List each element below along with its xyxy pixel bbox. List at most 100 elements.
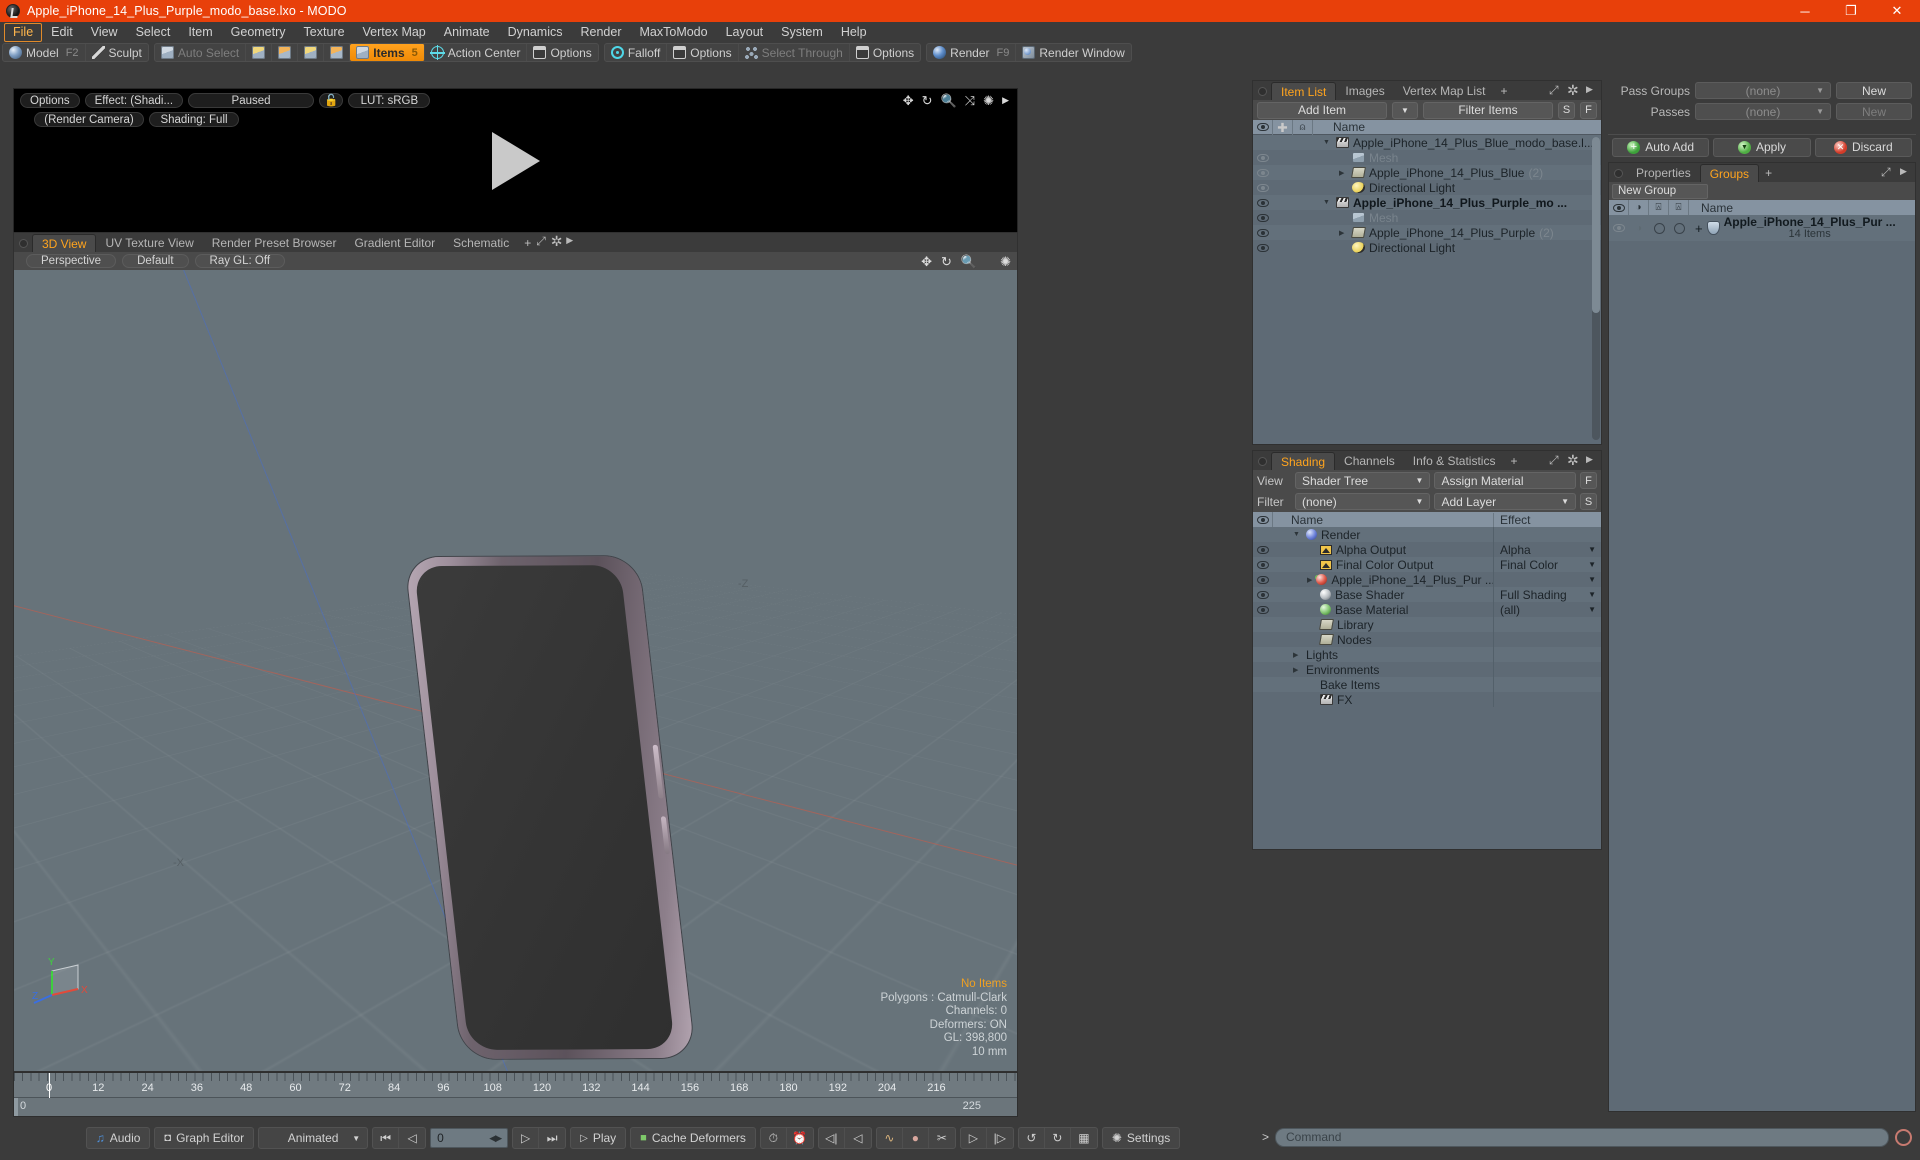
shading-disclosure-icon[interactable]: ▼: [1293, 531, 1302, 538]
shading-row[interactable]: ▶ Environments: [1253, 662, 1601, 677]
item-list-row[interactable]: Directional Light: [1253, 180, 1601, 195]
groups-header-visibility-icon[interactable]: [1609, 200, 1629, 215]
item-list-body[interactable]: ▼ Apple_iPhone_14_Plus_Blue_modo_base.l..…: [1253, 135, 1601, 444]
group-row-toggle-2[interactable]: [1669, 222, 1689, 234]
shading-row-visibility[interactable]: [1253, 590, 1273, 599]
menu-geometry[interactable]: Geometry: [222, 23, 295, 42]
group-row-shade[interactable]: ◑: [1629, 223, 1649, 234]
menu-edit[interactable]: Edit: [42, 23, 82, 42]
discard-button[interactable]: Discard: [1814, 137, 1912, 157]
pass-groups-new-button[interactable]: New: [1836, 82, 1912, 99]
next-frame-button[interactable]: ▷: [513, 1128, 540, 1148]
filter-items-input[interactable]: Filter Items: [1423, 101, 1553, 119]
viewport-canvas[interactable]: Y X Z No Items Polygons : Catmull-Clark …: [14, 270, 1017, 1071]
new-group-button[interactable]: New Group: [1612, 183, 1708, 199]
shading-row[interactable]: Base Shader Full Shading ▼: [1253, 587, 1601, 602]
group-row-visibility[interactable]: [1609, 224, 1629, 232]
tab-schematic[interactable]: Schematic: [444, 234, 518, 252]
command-record-icon[interactable]: [1895, 1128, 1912, 1146]
maximize-button[interactable]: ❐: [1828, 0, 1874, 22]
vertex-mode-button[interactable]: [246, 44, 273, 61]
shading-gear-icon[interactable]: [1567, 452, 1579, 469]
range-handle[interactable]: [14, 1098, 18, 1116]
key-clock-icon[interactable]: ⏱: [761, 1128, 787, 1148]
fit-icon[interactable]: ⤨: [965, 94, 975, 107]
viewport-settings-gear-icon[interactable]: ✺: [1000, 254, 1011, 270]
item-list-row[interactable]: Mesh: [1253, 210, 1601, 225]
row-visibility-toggle[interactable]: [1253, 183, 1273, 192]
model-mode-button[interactable]: Model F2: [3, 44, 86, 61]
row-visibility-toggle[interactable]: [1253, 243, 1273, 252]
menu-render[interactable]: Render: [572, 23, 631, 42]
go-to-end-button[interactable]: ⏭: [539, 1128, 565, 1148]
timeline-range[interactable]: 0 225: [14, 1098, 1017, 1116]
item-list-s-button[interactable]: S: [1558, 101, 1575, 119]
rotate-icon[interactable]: ↻: [922, 94, 933, 107]
expand-icon[interactable]: [536, 234, 548, 249]
shading-row-effect-cell[interactable]: [1493, 692, 1601, 707]
shading-row-effect-cell[interactable]: [1493, 662, 1601, 677]
shading-row-effect-cell[interactable]: [1493, 617, 1601, 632]
render-shading-button[interactable]: Shading: Full: [149, 112, 239, 127]
tab-properties[interactable]: Properties: [1627, 164, 1700, 182]
render-camera-button[interactable]: (Render Camera): [34, 112, 144, 127]
shading-row[interactable]: Bake Items: [1253, 677, 1601, 692]
viewport-zoom-icon[interactable]: 🔍: [961, 254, 977, 270]
groups-tab-dot-icon[interactable]: [1614, 169, 1623, 178]
play-overlay-icon[interactable]: [491, 132, 540, 190]
item-list-more-icon[interactable]: [1586, 84, 1597, 98]
tab-vertex-map-list[interactable]: Vertex Map List: [1394, 82, 1495, 100]
item-list-row[interactable]: ▶ Apple_iPhone_14_Plus_Purple (2): [1253, 225, 1601, 240]
cycle-icon[interactable]: ↺: [1019, 1128, 1045, 1148]
menu-view[interactable]: View: [82, 23, 127, 42]
next-key-button[interactable]: ▷: [961, 1128, 987, 1148]
row-visibility-toggle[interactable]: [1253, 198, 1273, 207]
add-item-dropdown-icon[interactable]: ▼: [1392, 101, 1418, 119]
item-list-row[interactable]: Mesh: [1253, 150, 1601, 165]
viewport-tab-dot-icon[interactable]: [19, 239, 28, 248]
shading-row-visibility[interactable]: [1253, 575, 1273, 584]
tab-render-preset-browser[interactable]: Render Preset Browser: [203, 234, 346, 252]
item-list-scroll-thumb[interactable]: [1592, 137, 1600, 313]
shading-row[interactable]: ▶ Lights: [1253, 647, 1601, 662]
item-list-row[interactable]: Directional Light: [1253, 240, 1601, 255]
header-visibility-icon[interactable]: [1253, 119, 1273, 135]
pan-icon[interactable]: ✥: [903, 94, 914, 107]
groups-header-render2-icon[interactable]: ⍓: [1669, 200, 1689, 215]
prev-key-button[interactable]: ◁|: [819, 1128, 845, 1148]
item-list-scrollbar[interactable]: [1592, 137, 1600, 440]
auto-add-button[interactable]: Auto Add: [1612, 137, 1710, 157]
row-disclosure-icon[interactable]: ▶: [1339, 169, 1348, 177]
viewport-preset-button[interactable]: Default: [122, 254, 189, 268]
add-item-button[interactable]: Add Item: [1257, 101, 1387, 119]
assign-material-button[interactable]: Assign Material: [1434, 472, 1576, 489]
select-through-button[interactable]: Select Through: [739, 44, 850, 61]
shading-disclosure-icon[interactable]: ▶: [1307, 576, 1312, 584]
add-item-list-tab-button[interactable]: +: [1494, 82, 1513, 100]
groups-more-icon[interactable]: [1900, 166, 1911, 180]
shading-tab-dot-icon[interactable]: [1258, 457, 1267, 466]
groups-expand-icon[interactable]: [1881, 165, 1893, 180]
key-clock-alt-icon[interactable]: ⏰: [787, 1128, 813, 1148]
item-list-f-button[interactable]: F: [1580, 101, 1597, 119]
add-groups-tab-button[interactable]: +: [1759, 164, 1778, 182]
delete-key-icon[interactable]: ✂: [929, 1128, 955, 1148]
shader-tree-select[interactable]: Shader Tree ▼: [1295, 472, 1431, 489]
edge-mode-button[interactable]: [272, 44, 299, 61]
play-button[interactable]: ▷ Play: [570, 1127, 627, 1149]
zoom-icon[interactable]: 🔍: [941, 94, 957, 107]
tab-item-list[interactable]: Item List: [1271, 82, 1337, 100]
add-shading-tab-button[interactable]: +: [1504, 452, 1523, 470]
shading-row[interactable]: Alpha Output Alpha ▼: [1253, 542, 1601, 557]
current-frame-field[interactable]: 0 ◀▶: [430, 1128, 509, 1148]
menu-texture[interactable]: Texture: [295, 23, 354, 42]
graph-editor-button[interactable]: ◘ Graph Editor: [154, 1127, 255, 1149]
shading-disclosure-icon[interactable]: ▶: [1293, 666, 1302, 674]
shading-f-button[interactable]: F: [1580, 472, 1597, 489]
audio-button[interactable]: ♫ Audio: [85, 1127, 151, 1149]
groups-table-body[interactable]: ◑ + Apple_iPhone_14_Plus_Pur ... 14 Item…: [1609, 215, 1915, 1111]
timeline-panel[interactable]: 0 12 24 36 48 60 72 84 96 108 120 132 144 156 168 180 19…: [13, 1072, 1018, 1117]
row-visibility-toggle[interactable]: [1253, 153, 1273, 162]
go-to-start-button[interactable]: ⏮: [373, 1128, 400, 1148]
render-button[interactable]: Render F9: [927, 44, 1017, 61]
